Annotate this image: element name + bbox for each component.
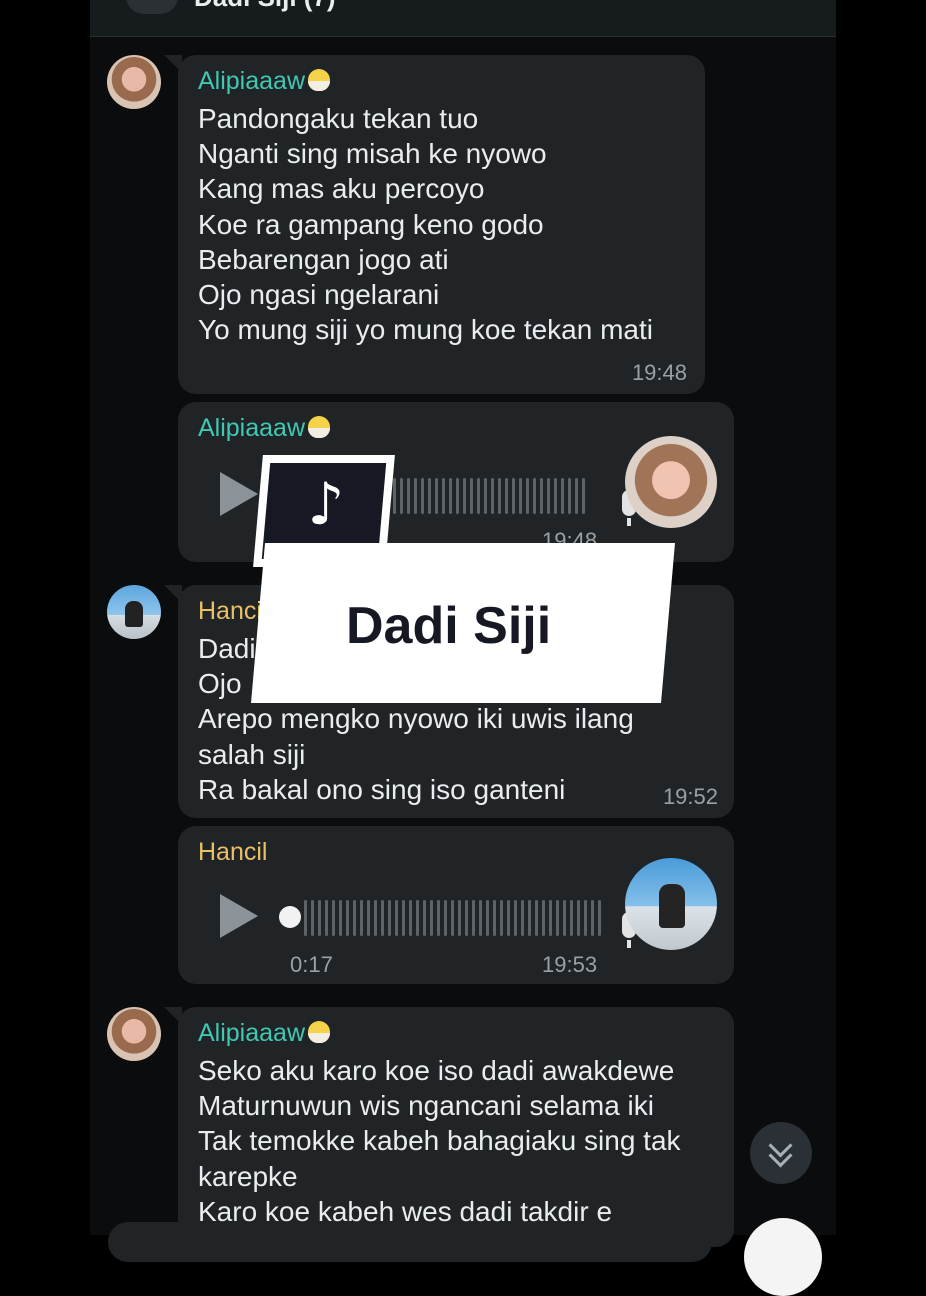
sender-avatar[interactable] — [107, 55, 161, 109]
hatching-chick-icon — [308, 69, 331, 91]
sender-name: Alipiaaaw — [198, 414, 331, 443]
send-button[interactable] — [744, 1218, 822, 1296]
chat-title: Dadi Siji (7) — [194, 0, 336, 13]
voice-sender-avatar — [625, 858, 717, 950]
sender-name: Hancil — [198, 838, 268, 866]
overlay-title: Dadi Siji — [346, 597, 552, 655]
scroll-down-button[interactable] — [750, 1122, 812, 1184]
voice-duration: 0:17 — [290, 952, 333, 977]
back-button[interactable] — [126, 0, 178, 14]
message-time: 19:53 — [542, 952, 598, 977]
message-text: Seko aku karo koe iso dadi awakdewe Matu… — [198, 1055, 681, 1227]
play-icon[interactable] — [220, 894, 258, 938]
tiktok-logo-icon: ♪ — [307, 470, 345, 538]
hatching-chick-icon — [308, 416, 331, 438]
message-time: 19:52 — [662, 784, 718, 809]
voice-waveform[interactable] — [386, 476, 585, 516]
message-input[interactable] — [108, 1222, 712, 1262]
seek-handle[interactable] — [279, 906, 301, 928]
voice-sender-avatar — [625, 436, 717, 528]
message-time: 19:48 — [631, 360, 687, 385]
message-bubble[interactable]: Alipiaaaw Seko aku karo koe iso dadi awa… — [164, 1007, 734, 1247]
sender-avatar[interactable] — [107, 585, 161, 639]
chat-header: Dadi Siji (7) — [90, 0, 836, 37]
play-icon[interactable] — [220, 472, 258, 516]
sender-name: Alipiaaaw — [198, 1019, 331, 1048]
sender-name: Alipiaaaw — [198, 67, 331, 96]
voice-message-bubble[interactable]: Hancil 0:17 19:53 — [178, 826, 734, 984]
voice-waveform[interactable] — [304, 898, 601, 938]
sender-avatar[interactable] — [107, 1007, 161, 1061]
hatching-chick-icon — [308, 1021, 331, 1043]
message-bubble[interactable]: Alipiaaaw Pandongaku tekan tuo Nganti si… — [164, 55, 705, 394]
message-text: Pandongaku tekan tuo Nganti sing misah k… — [198, 103, 653, 346]
